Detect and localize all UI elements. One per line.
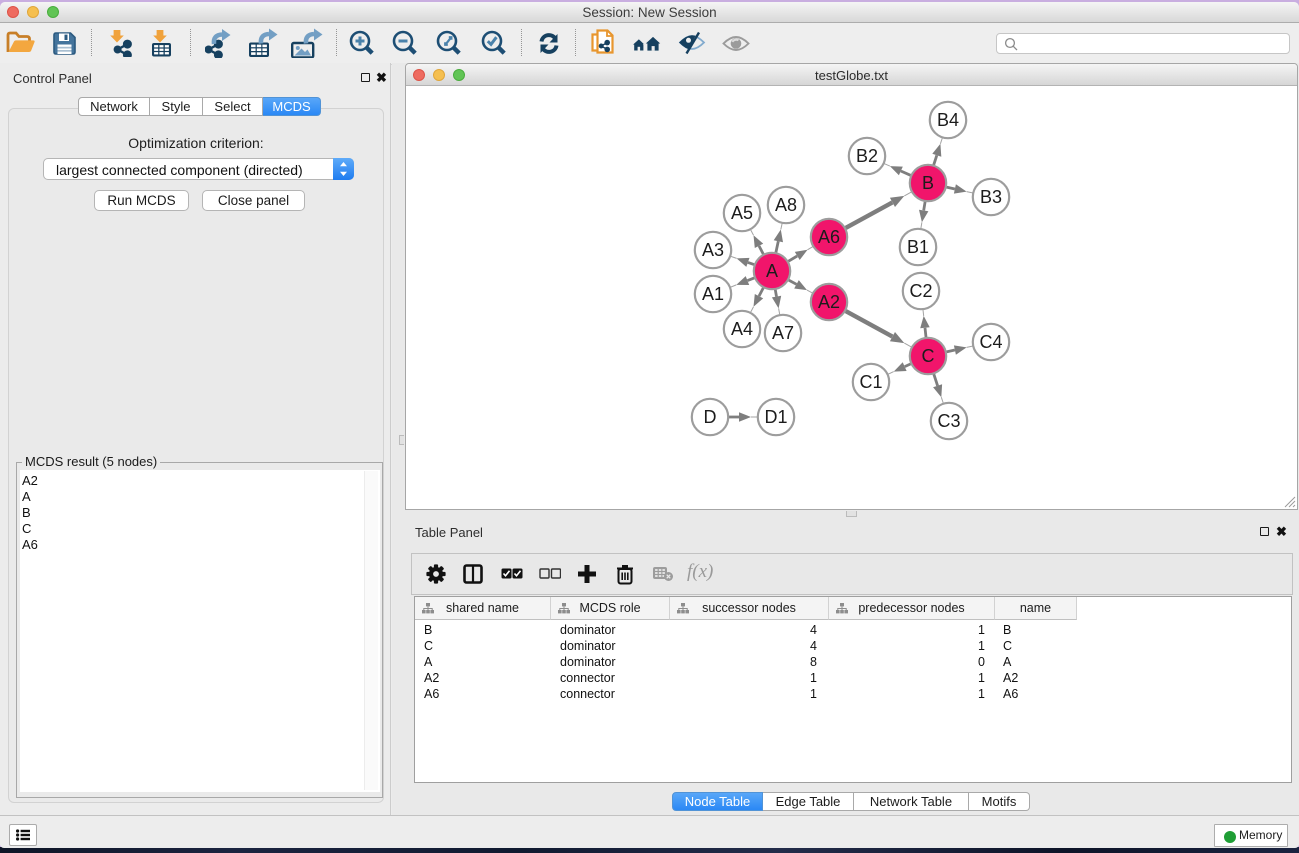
svg-text:C2: C2 [909,281,932,301]
svg-text:A6: A6 [818,227,840,247]
svg-text:C4: C4 [979,332,1002,352]
svg-text:A3: A3 [702,240,724,260]
svg-text:C: C [922,346,935,366]
svg-text:A8: A8 [775,195,797,215]
svg-text:A1: A1 [702,284,724,304]
svg-text:A2: A2 [818,292,840,312]
svg-text:D: D [704,407,717,427]
svg-text:A5: A5 [731,203,753,223]
svg-text:A4: A4 [731,319,753,339]
svg-text:B: B [922,173,934,193]
svg-text:B4: B4 [937,110,959,130]
svg-text:A7: A7 [772,323,794,343]
svg-text:A: A [766,261,778,281]
svg-text:C3: C3 [937,411,960,431]
svg-text:B3: B3 [980,187,1002,207]
svg-text:B2: B2 [856,146,878,166]
svg-text:C1: C1 [859,372,882,392]
svg-text:B1: B1 [907,237,929,257]
svg-text:D1: D1 [764,407,787,427]
